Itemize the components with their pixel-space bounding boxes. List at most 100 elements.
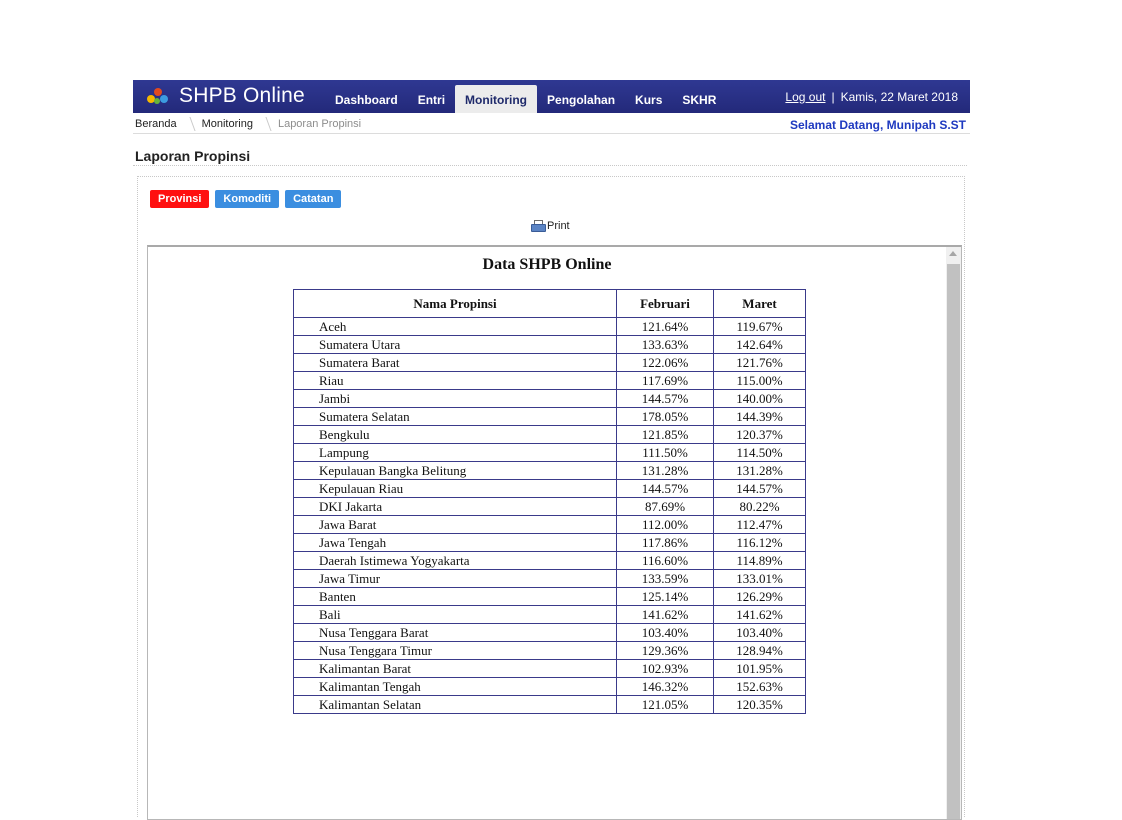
top-navbar: SHPB Online Dashboard Entri Monitoring P… bbox=[133, 80, 970, 113]
cell-province: Jawa Barat bbox=[293, 515, 617, 534]
cell-province: Kalimantan Selatan bbox=[293, 695, 617, 714]
cell-province: Bengkulu bbox=[293, 425, 617, 444]
cell-februari: 103.40% bbox=[616, 623, 714, 642]
top-right-info: Log out | Kamis, 22 Maret 2018 bbox=[785, 90, 958, 104]
cell-province: Kalimantan Barat bbox=[293, 659, 617, 678]
app-logo[interactable]: SHPB Online bbox=[145, 84, 305, 108]
cell-februari: 117.86% bbox=[616, 533, 714, 552]
cell-province: Riau bbox=[293, 371, 617, 390]
cell-province: Aceh bbox=[293, 317, 617, 336]
print-button[interactable]: Print bbox=[531, 220, 570, 232]
report-title: Data SHPB Online bbox=[482, 256, 612, 273]
nav-item-entri[interactable]: Entri bbox=[408, 85, 455, 113]
cell-februari: 141.62% bbox=[616, 605, 714, 624]
cell-februari: 133.63% bbox=[616, 335, 714, 354]
cell-maret: 103.40% bbox=[713, 623, 806, 642]
nav-item-dashboard[interactable]: Dashboard bbox=[325, 85, 408, 113]
report-panel: Provinsi Komoditi Catatan Print Data SHP… bbox=[137, 176, 965, 820]
cell-province: Jambi bbox=[293, 389, 617, 408]
tab-provinsi[interactable]: Provinsi bbox=[150, 190, 210, 208]
app-title: SHPB Online bbox=[179, 84, 305, 107]
cell-februari: 178.05% bbox=[616, 407, 714, 426]
table-row: Banten 125.14% 126.29% bbox=[293, 587, 806, 606]
breadcrumb-bar: Beranda Monitoring Laporan Propinsi Sela… bbox=[133, 113, 970, 134]
breadcrumb-beranda[interactable]: Beranda bbox=[135, 118, 177, 130]
column-header-maret: Maret bbox=[713, 289, 806, 318]
cell-province: DKI Jakarta bbox=[293, 497, 617, 516]
cell-province: Jawa Timur bbox=[293, 569, 617, 588]
table-row: Bengkulu 121.85% 120.37% bbox=[293, 425, 806, 444]
logout-link[interactable]: Log out bbox=[785, 90, 825, 104]
cell-maret: 114.89% bbox=[713, 551, 806, 570]
cell-februari: 112.00% bbox=[616, 515, 714, 534]
cell-maret: 121.76% bbox=[713, 353, 806, 372]
cell-maret: 140.00% bbox=[713, 389, 806, 408]
scroll-up-arrow-icon[interactable] bbox=[949, 251, 957, 256]
breadcrumb-current: Laporan Propinsi bbox=[277, 118, 362, 130]
cell-maret: 101.95% bbox=[713, 659, 806, 678]
cell-februari: 102.93% bbox=[616, 659, 714, 678]
cell-maret: 144.57% bbox=[713, 479, 806, 498]
cell-maret: 152.63% bbox=[713, 677, 806, 696]
cell-province: Nusa Tenggara Barat bbox=[293, 623, 617, 642]
breadcrumb-monitoring[interactable]: Monitoring bbox=[202, 118, 253, 130]
table-row: Bali 141.62% 141.62% bbox=[293, 605, 806, 624]
app-window: SHPB Online Dashboard Entri Monitoring P… bbox=[133, 80, 970, 820]
cell-province: Sumatera Selatan bbox=[293, 407, 617, 426]
header-separator: | bbox=[831, 90, 835, 104]
table-row: Jawa Barat 112.00% 112.47% bbox=[293, 515, 806, 534]
cell-februari: 87.69% bbox=[616, 497, 714, 516]
cell-maret: 114.50% bbox=[713, 443, 806, 462]
table-row: Kalimantan Barat 102.93% 101.95% bbox=[293, 659, 806, 678]
cell-province: Lampung bbox=[293, 443, 617, 462]
table-row: Nusa Tenggara Barat 103.40% 103.40% bbox=[293, 623, 806, 642]
cell-februari: 121.05% bbox=[616, 695, 714, 714]
cell-province: Bali bbox=[293, 605, 617, 624]
cell-maret: 112.47% bbox=[713, 515, 806, 534]
cell-maret: 131.28% bbox=[713, 461, 806, 480]
table-row: Kalimantan Tengah 146.32% 152.63% bbox=[293, 677, 806, 696]
cell-maret: 133.01% bbox=[713, 569, 806, 588]
report-frame[interactable]: Data SHPB Online Nama Propinsi Februari … bbox=[147, 245, 962, 820]
nav-item-kurs[interactable]: Kurs bbox=[625, 85, 672, 113]
report-tabs: Provinsi Komoditi Catatan bbox=[150, 190, 342, 208]
nav-item-skhr[interactable]: SKHR bbox=[672, 85, 726, 113]
tab-catatan[interactable]: Catatan bbox=[285, 190, 342, 208]
table-row: Riau 117.69% 115.00% bbox=[293, 371, 806, 390]
table-row: Jambi 144.57% 140.00% bbox=[293, 389, 806, 408]
table-row: Sumatera Utara 133.63% 142.64% bbox=[293, 335, 806, 354]
table-row: Daerah Istimewa Yogyakarta 116.60% 114.89% bbox=[293, 551, 806, 570]
column-header-province: Nama Propinsi bbox=[293, 289, 617, 318]
cell-maret: 141.62% bbox=[713, 605, 806, 624]
vertical-scrollbar[interactable] bbox=[946, 247, 961, 819]
tab-komoditi[interactable]: Komoditi bbox=[215, 190, 280, 208]
cell-februari: 144.57% bbox=[616, 479, 714, 498]
cell-province: Nusa Tenggara Timur bbox=[293, 641, 617, 660]
table-row: DKI Jakarta 87.69% 80.22% bbox=[293, 497, 806, 516]
table-row: Sumatera Barat 122.06% 121.76% bbox=[293, 353, 806, 372]
cell-province: Jawa Tengah bbox=[293, 533, 617, 552]
cell-province: Sumatera Barat bbox=[293, 353, 617, 372]
table-row: Kepulauan Riau 144.57% 144.57% bbox=[293, 479, 806, 498]
cell-province: Kepulauan Bangka Belitung bbox=[293, 461, 617, 480]
page-title: Laporan Propinsi bbox=[135, 148, 251, 164]
nav-item-monitoring[interactable]: Monitoring bbox=[455, 85, 538, 113]
table-row: Nusa Tenggara Timur 129.36% 128.94% bbox=[293, 641, 806, 660]
breadcrumb-separator-icon bbox=[259, 117, 272, 131]
cell-februari: 117.69% bbox=[616, 371, 714, 390]
scrollbar-thumb[interactable] bbox=[947, 264, 960, 819]
cell-februari: 116.60% bbox=[616, 551, 714, 570]
cell-maret: 142.64% bbox=[713, 335, 806, 354]
cell-februari: 122.06% bbox=[616, 353, 714, 372]
cell-februari: 131.28% bbox=[616, 461, 714, 480]
cell-februari: 121.64% bbox=[616, 317, 714, 336]
table-row: Jawa Tengah 117.86% 116.12% bbox=[293, 533, 806, 552]
cell-province: Banten bbox=[293, 587, 617, 606]
logo-icon bbox=[145, 84, 171, 108]
welcome-text: Selamat Datang, Munipah S.ST bbox=[789, 118, 966, 132]
cell-februari: 133.59% bbox=[616, 569, 714, 588]
nav-item-pengolahan[interactable]: Pengolahan bbox=[537, 85, 625, 113]
table-row: Sumatera Selatan 178.05% 144.39% bbox=[293, 407, 806, 426]
cell-maret: 128.94% bbox=[713, 641, 806, 660]
table-body: Aceh 121.64% 119.67% Sumatera Utara 133.63% 1… bbox=[293, 317, 806, 714]
